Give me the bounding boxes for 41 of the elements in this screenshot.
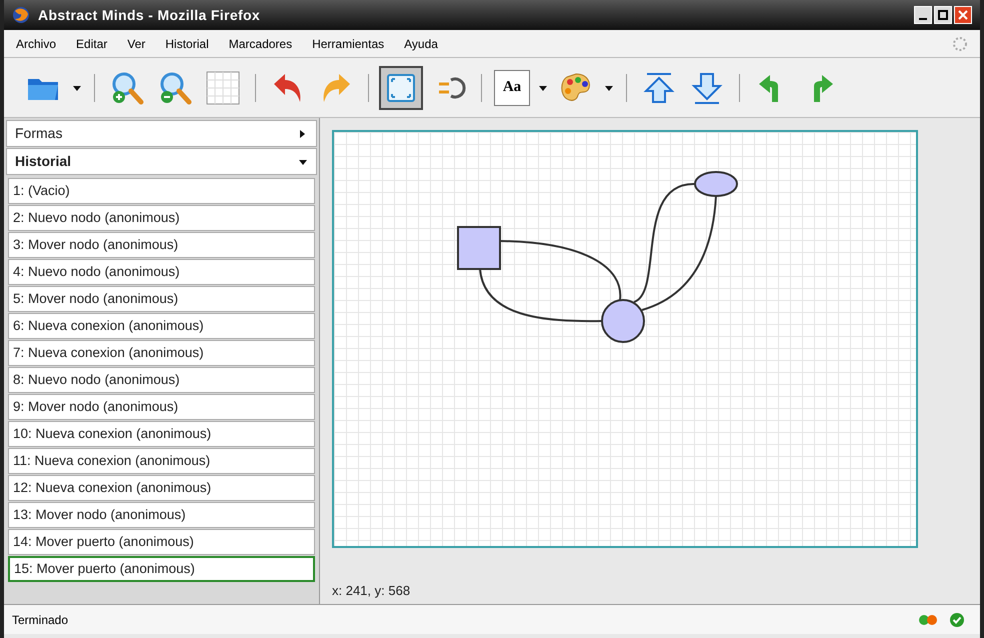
history-item[interactable]: 15: Mover puerto (anonimous) [8, 556, 315, 582]
history-item[interactable]: 6: Nueva conexion (anonimous) [8, 313, 315, 339]
history-item[interactable]: 8: Nuevo nodo (anonimous) [8, 367, 315, 393]
cursor-coordinates: x: 241, y: 568 [332, 582, 410, 600]
history-item[interactable]: 11: Nueva conexion (anonimous) [8, 448, 315, 474]
text-style-button[interactable]: Aa [494, 70, 530, 106]
section-header[interactable]: Formas [6, 120, 317, 147]
menu-item[interactable]: Herramientas [312, 34, 384, 52]
menu-item[interactable]: Historial [165, 34, 209, 52]
menu-item[interactable]: Archivo [16, 34, 56, 52]
history-item[interactable]: 14: Mover puerto (anonimous) [8, 529, 315, 555]
menu-item[interactable]: Marcadores [228, 34, 292, 52]
fit-button[interactable] [379, 66, 423, 110]
check-icon [950, 612, 964, 626]
history-item[interactable]: 4: Nuevo nodo (anonimous) [8, 259, 315, 285]
browser-logo-icon [12, 6, 30, 24]
close-icon [958, 10, 968, 20]
window-title: Abstract Minds - Mozilla Firefox [38, 6, 260, 24]
history-item[interactable]: 5: Mover nodo (anonimous) [8, 286, 315, 312]
plugin-icon [918, 614, 938, 626]
status-text: Terminado [12, 612, 68, 628]
history-item[interactable]: 7: Nueva conexion (anonimous) [8, 340, 315, 366]
square-node [457, 226, 501, 270]
section-header[interactable]: Historial [6, 148, 317, 175]
history-item[interactable]: 1: (Vacio) [8, 178, 315, 204]
history-item[interactable]: 10: Nueva conexion (anonimous) [8, 421, 315, 447]
menu-item[interactable]: Editar [76, 34, 108, 52]
loading-throbber-icon [952, 36, 968, 52]
maximize-button[interactable] [934, 6, 952, 24]
history-item[interactable]: 3: Mover nodo (anonimous) [8, 232, 315, 258]
menu-item[interactable]: Ver [127, 34, 146, 52]
menu-item[interactable]: Ayuda [404, 34, 438, 52]
grid-icon [205, 70, 241, 106]
history-item[interactable]: 2: Nuevo nodo (anonimous) [8, 205, 315, 231]
minimize-button[interactable] [914, 6, 932, 24]
history-item[interactable]: 13: Mover nodo (anonimous) [8, 502, 315, 528]
ellipse-node [694, 171, 738, 197]
history-item[interactable]: 12: Nueva conexion (anonimous) [8, 475, 315, 501]
history-item[interactable]: 9: Mover nodo (anonimous) [8, 394, 315, 420]
close-button[interactable] [954, 6, 972, 24]
circle-node [601, 299, 645, 343]
